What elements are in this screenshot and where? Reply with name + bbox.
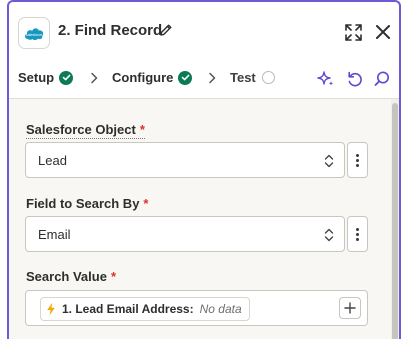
panel-header: salesforce 2. Find Record <box>9 2 399 60</box>
mapped-field-name: 1. Lead Email Address: <box>62 302 194 316</box>
step-title: 2. Find Record <box>58 22 163 39</box>
search-value-label-text: Search Value <box>26 269 107 284</box>
tab-test-label: Test <box>230 70 256 85</box>
step-tabs: Setup Configure Test <box>9 60 399 99</box>
salesforce-object-value: Lead <box>38 153 67 168</box>
chevron-up-down-icon <box>324 154 334 168</box>
mapped-field-pill[interactable]: 1. Lead Email Address: No data <box>40 297 250 321</box>
undo-icon[interactable] <box>346 70 364 88</box>
kebab-dot <box>356 232 359 236</box>
tab-setup[interactable]: Setup <box>18 70 74 85</box>
svg-text:salesforce: salesforce <box>26 33 42 37</box>
tab-configure-label: Configure <box>112 70 174 85</box>
search-icon[interactable] <box>373 70 391 88</box>
pending-circle-icon <box>261 71 275 84</box>
search-value-label: Search Value * <box>26 269 116 284</box>
sparkle-icon[interactable] <box>317 70 335 88</box>
salesforce-object-label-text: Salesforce Object <box>26 122 136 137</box>
plus-icon <box>344 302 356 314</box>
lightning-bolt-icon <box>47 302 55 316</box>
check-circle-icon <box>59 70 74 85</box>
kebab-dot <box>356 153 359 157</box>
expand-icon[interactable] <box>345 24 362 41</box>
kebab-dot <box>356 163 359 167</box>
salesforce-object-select[interactable]: Lead <box>25 142 345 178</box>
mapped-field-value: No data <box>199 302 242 316</box>
field-to-search-by-label-text: Field to Search By <box>26 196 140 211</box>
kebab-dot <box>356 158 359 162</box>
scrollbar-thumb[interactable] <box>392 103 398 339</box>
salesforce-object-label: Salesforce Object * <box>26 122 145 139</box>
kebab-dot <box>356 237 359 241</box>
step-panel: salesforce 2. Find Record Setup Configur… <box>7 0 401 339</box>
pencil-icon[interactable] <box>159 23 173 37</box>
salesforce-object-options-button[interactable] <box>347 142 368 178</box>
field-to-search-by-options-button[interactable] <box>347 216 368 252</box>
field-to-search-by-label: Field to Search By * <box>26 196 148 211</box>
required-mark: * <box>139 122 145 137</box>
tab-test[interactable]: Test <box>230 70 275 85</box>
tab-setup-label: Setup <box>18 70 55 85</box>
field-to-search-by-value: Email <box>38 227 71 242</box>
field-to-search-by-select[interactable]: Email <box>25 216 345 252</box>
salesforce-app-icon: salesforce <box>18 17 50 49</box>
chevron-right-icon <box>91 72 98 84</box>
scrollbar[interactable] <box>391 99 399 339</box>
kebab-dot <box>356 227 359 231</box>
required-mark: * <box>143 196 149 211</box>
chevron-right-icon <box>209 72 216 84</box>
tab-configure[interactable]: Configure <box>112 70 193 85</box>
close-icon[interactable] <box>375 24 391 40</box>
add-field-button[interactable] <box>339 297 361 319</box>
search-value-input[interactable]: 1. Lead Email Address: No data <box>25 290 368 326</box>
required-mark: * <box>110 269 117 284</box>
chevron-up-down-icon <box>324 228 334 242</box>
check-circle-icon <box>178 70 193 85</box>
